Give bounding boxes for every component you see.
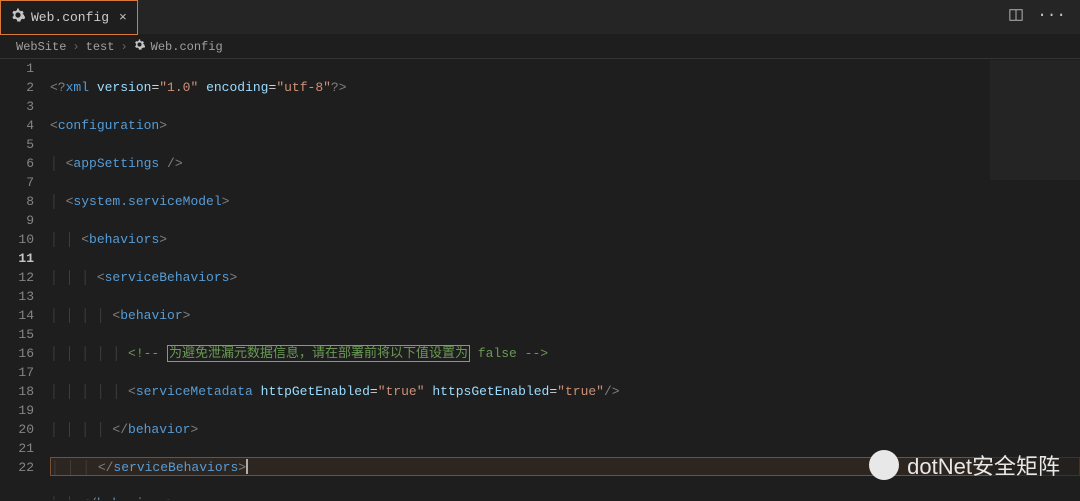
code-line[interactable]: │ │ </behaviors> [50, 494, 1080, 500]
code-area[interactable]: <?xml version="1.0" encoding="utf-8"?> <… [50, 59, 1080, 500]
chevron-right-icon: › [120, 40, 127, 54]
line-number-gutter: 1 2 3 4 5 6 7 8 9 10 11 12 13 14 15 16 1… [0, 59, 50, 500]
wechat-bubble-icon [869, 450, 899, 480]
line-number: 14 [0, 306, 34, 325]
code-line[interactable]: │ <appSettings /> [50, 154, 1080, 173]
code-line[interactable]: │ │ │ │ <behavior> [50, 306, 1080, 325]
gear-icon [11, 8, 25, 26]
breadcrumb[interactable]: WebSite › test › Web.config [0, 35, 1080, 59]
code-line[interactable]: │ │ │ │ </behavior> [50, 420, 1080, 439]
breadcrumb-item[interactable]: Web.config [151, 40, 223, 54]
line-number: 12 [0, 268, 34, 287]
line-number: 21 [0, 439, 34, 458]
minimap[interactable] [990, 60, 1080, 490]
tab-actions: ··· [1009, 8, 1080, 26]
code-line[interactable]: │ <system.serviceModel> [50, 192, 1080, 211]
breadcrumb-item[interactable]: test [86, 40, 115, 54]
code-line[interactable]: │ │ │ │ │ <serviceMetadata httpGetEnable… [50, 382, 1080, 401]
gear-icon [134, 39, 145, 54]
line-number: 16 [0, 344, 34, 363]
line-number: 4 [0, 116, 34, 135]
code-line[interactable]: <?xml version="1.0" encoding="utf-8"?> [50, 78, 1080, 97]
tab-webconfig[interactable]: Web.config × [0, 0, 138, 35]
line-number: 6 [0, 154, 34, 173]
watermark: dotNet安全矩阵 [869, 449, 1060, 481]
line-number: 15 [0, 325, 34, 344]
watermark-text: dotNet安全矩阵 [907, 449, 1060, 481]
breadcrumb-item[interactable]: WebSite [16, 40, 66, 54]
split-editor-icon[interactable] [1009, 8, 1023, 26]
line-number: 7 [0, 173, 34, 192]
line-number: 19 [0, 401, 34, 420]
minimap-viewport[interactable] [990, 60, 1080, 180]
tab-title: Web.config [31, 10, 109, 25]
line-number: 2 [0, 78, 34, 97]
code-line[interactable]: │ │ │ <serviceBehaviors> [50, 268, 1080, 287]
line-number: 17 [0, 363, 34, 382]
line-number: 22 [0, 458, 34, 477]
line-number: 1 [0, 59, 34, 78]
tab-bar: Web.config × ··· [0, 0, 1080, 35]
line-number: 13 [0, 287, 34, 306]
line-number: 18 [0, 382, 34, 401]
chevron-right-icon: › [72, 40, 79, 54]
code-line[interactable]: │ │ <behaviors> [50, 230, 1080, 249]
line-number: 20 [0, 420, 34, 439]
code-line[interactable]: │ │ │ │ │ <!-- 为避免泄漏元数据信息，请在部署前将以下值设置为 f… [50, 344, 1080, 363]
line-number: 8 [0, 192, 34, 211]
line-number: 10 [0, 230, 34, 249]
cursor [246, 459, 248, 474]
close-icon[interactable]: × [119, 10, 127, 25]
line-number: 11 [0, 249, 34, 268]
line-number: 3 [0, 97, 34, 116]
code-line[interactable]: <configuration> [50, 116, 1080, 135]
line-number: 5 [0, 135, 34, 154]
line-number: 9 [0, 211, 34, 230]
more-icon[interactable]: ··· [1037, 8, 1066, 26]
editor[interactable]: 1 2 3 4 5 6 7 8 9 10 11 12 13 14 15 16 1… [0, 59, 1080, 500]
